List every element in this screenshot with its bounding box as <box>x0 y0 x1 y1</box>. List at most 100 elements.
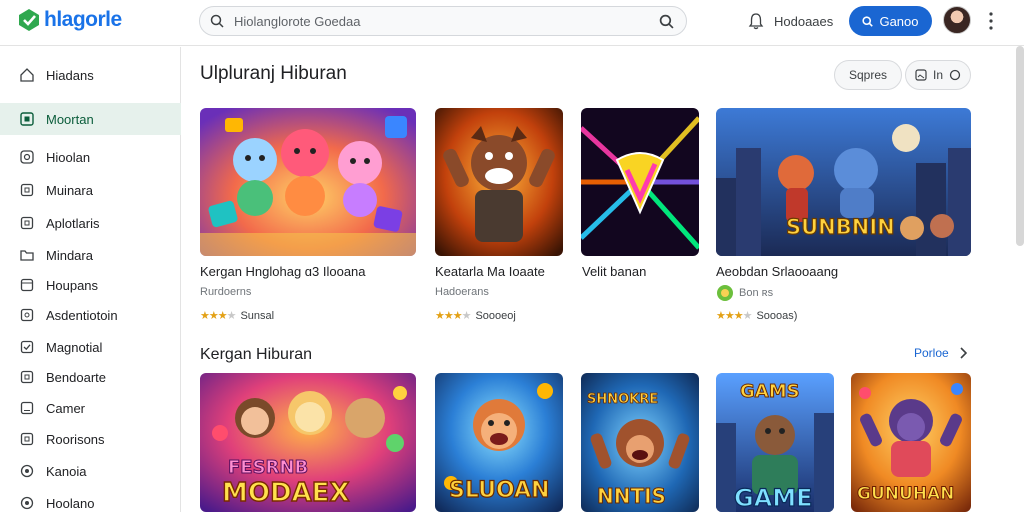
sidebar-item-1[interactable]: Moortan <box>0 103 181 135</box>
game-tile[interactable]: FESRNB MODAEX <box>200 373 416 512</box>
circle-icon <box>18 494 36 512</box>
sidebar-item-11[interactable]: Roorisons <box>0 423 181 455</box>
game-tile[interactable]: SHNOKRE NNTIS <box>581 373 699 512</box>
logo-text: hlagorle <box>44 8 122 31</box>
sidebar-item-9[interactable]: Bendoarte <box>0 361 181 393</box>
bell-icon <box>748 13 764 30</box>
square-icon <box>18 181 36 199</box>
search-placeholder: Hiolanglorote Goedaa <box>234 13 361 29</box>
app-logo[interactable]: hlagorle <box>18 8 122 32</box>
tile-overlay-text: GAME <box>734 484 813 512</box>
card-subtitle: Rurdoerns <box>200 286 251 298</box>
tile-overlay-text: SUNBNIN <box>786 215 895 239</box>
card-title[interactable]: Aeobdan Srlaooaang <box>716 264 838 279</box>
game-card-image[interactable] <box>435 108 563 256</box>
game-card-image[interactable] <box>200 108 416 256</box>
card-subtitle-text: Hadoerans <box>435 286 489 298</box>
sidebar-item-label: Mindara <box>46 247 93 263</box>
game-tile[interactable]: GAMS GAME <box>716 373 834 512</box>
tile-overlay-top: SHNOKRE <box>587 392 658 407</box>
sidebar-item-12[interactable]: Kanoia <box>0 455 181 487</box>
sidebar-item-label: Bendoarte <box>46 369 106 385</box>
card-subtitle: Hadoerans <box>435 286 489 298</box>
sidebar-item-label: Moortan <box>46 111 94 127</box>
search-input[interactable]: Hiolanglorote Goedaa <box>199 6 687 36</box>
square-icon <box>18 214 36 232</box>
sidebar-item-3[interactable]: Muinara <box>0 174 181 206</box>
square-icon <box>18 430 36 448</box>
see-more-link[interactable]: Porloe <box>914 346 967 360</box>
tile-overlay-text: MODAEX <box>222 478 350 508</box>
game-tile[interactable]: GUNUHAN <box>851 373 971 512</box>
circle-icon <box>949 69 961 81</box>
sidebar-item-label: Hioolan <box>46 149 91 165</box>
tile-overlay-top: GAMS <box>740 381 800 402</box>
rating-label: Soooeoj <box>475 309 516 322</box>
header-link-label: Hodoaaes <box>774 13 834 29</box>
card-title[interactable]: Kergan Hnglohag ɑ3 Ilooana <box>200 264 366 279</box>
tile-overlay-text: SLUOAN <box>449 478 550 503</box>
sidebar-item-8[interactable]: Magnotial <box>0 331 181 363</box>
sidebar: Hiadans Moortan Hioolan Muinara Aplotlar… <box>0 47 181 512</box>
check-icon <box>18 338 36 356</box>
sidebar-item-2[interactable]: Hioolan <box>0 141 181 173</box>
more-vert-icon[interactable] <box>986 8 996 34</box>
grid-icon <box>18 110 36 128</box>
sidebar-item-10[interactable]: Camer <box>0 392 181 424</box>
card-subtitle: Bon ʀs <box>716 284 773 302</box>
card-rating: ★★★★ Sunsal <box>200 309 275 323</box>
sidebar-item-5[interactable]: Mindara <box>0 239 181 271</box>
rating-stars-icon: ★★★★ <box>200 310 236 322</box>
card-rating: ★★★★ Soooas) <box>716 309 798 323</box>
game-card-image[interactable]: SUNBNIN <box>716 108 971 256</box>
tile-overlay-text: GUNUHAN <box>857 484 954 504</box>
rating-label: Sunsal <box>240 309 275 322</box>
card-rating: ★★★★ Soooeoj <box>435 309 516 323</box>
square-icon <box>18 399 36 417</box>
chip-label: In <box>932 68 943 82</box>
sidebar-item-label: Houpans <box>46 277 99 293</box>
card-subtitle-text: Rurdoerns <box>200 286 252 298</box>
sidebar-item-label: Kanoia <box>46 463 87 479</box>
circle-icon <box>18 462 36 480</box>
primary-action-label: Ganoo <box>879 13 919 29</box>
search-icon <box>200 14 234 28</box>
primary-action-button[interactable]: Ganoo <box>849 6 932 36</box>
section-title-featured: Ulpluranj Hiburan <box>200 63 347 84</box>
sidebar-item-label: Hoolano <box>46 495 95 511</box>
see-more-label: Porloe <box>914 346 949 360</box>
square-icon <box>18 368 36 386</box>
page-scrollbar[interactable] <box>1016 46 1024 246</box>
sidebar-item-label: Camer <box>46 400 86 416</box>
sidebar-item-4[interactable]: Aplotlaris <box>0 207 181 239</box>
rating-label: Soooas) <box>756 309 798 322</box>
chevron-right-icon <box>960 347 967 359</box>
sidebar-item-label: Aplotlaris <box>46 215 100 231</box>
section-title-games: Kergan Hiburan <box>200 346 313 363</box>
top-bar: hlagorle Hiolanglorote Goedaa Hodoaaes G… <box>0 0 1024 46</box>
card-title[interactable]: Velit banan <box>582 264 646 279</box>
tile-overlay-top: FESRNB <box>228 457 308 478</box>
sidebar-item-label: Muinara <box>46 182 93 198</box>
tile-overlay-text: NNTIS <box>597 484 666 508</box>
header-link[interactable]: Hodoaaes <box>748 12 833 30</box>
clock-icon <box>18 148 36 166</box>
game-card-image[interactable] <box>581 108 699 256</box>
sidebar-item-label: Asdentiotoin <box>46 307 118 323</box>
avatar[interactable] <box>943 6 971 34</box>
sidebar-item-13[interactable]: Hoolano <box>0 487 181 512</box>
sidebar-item-0[interactable]: Hiadans <box>0 59 181 91</box>
card-title[interactable]: Keatarla Ma Ioaate <box>435 264 545 279</box>
filter-chip-1[interactable]: Sqpres <box>834 60 902 90</box>
chip-label: Sqpres <box>848 68 888 82</box>
square-icon <box>18 306 36 324</box>
folder-icon <box>18 246 36 264</box>
filter-chip-2[interactable]: In <box>905 60 971 90</box>
rating-stars-icon: ★★★★ <box>435 310 471 322</box>
sidebar-item-7[interactable]: Asdentiotoin <box>0 299 181 331</box>
logo-icon <box>19 9 39 31</box>
game-tile[interactable]: SLUOAN <box>435 373 563 512</box>
search-submit-icon[interactable] <box>646 14 686 29</box>
sidebar-item-6[interactable]: Houpans <box>0 269 181 301</box>
sidebar-item-label: Roorisons <box>46 431 105 447</box>
